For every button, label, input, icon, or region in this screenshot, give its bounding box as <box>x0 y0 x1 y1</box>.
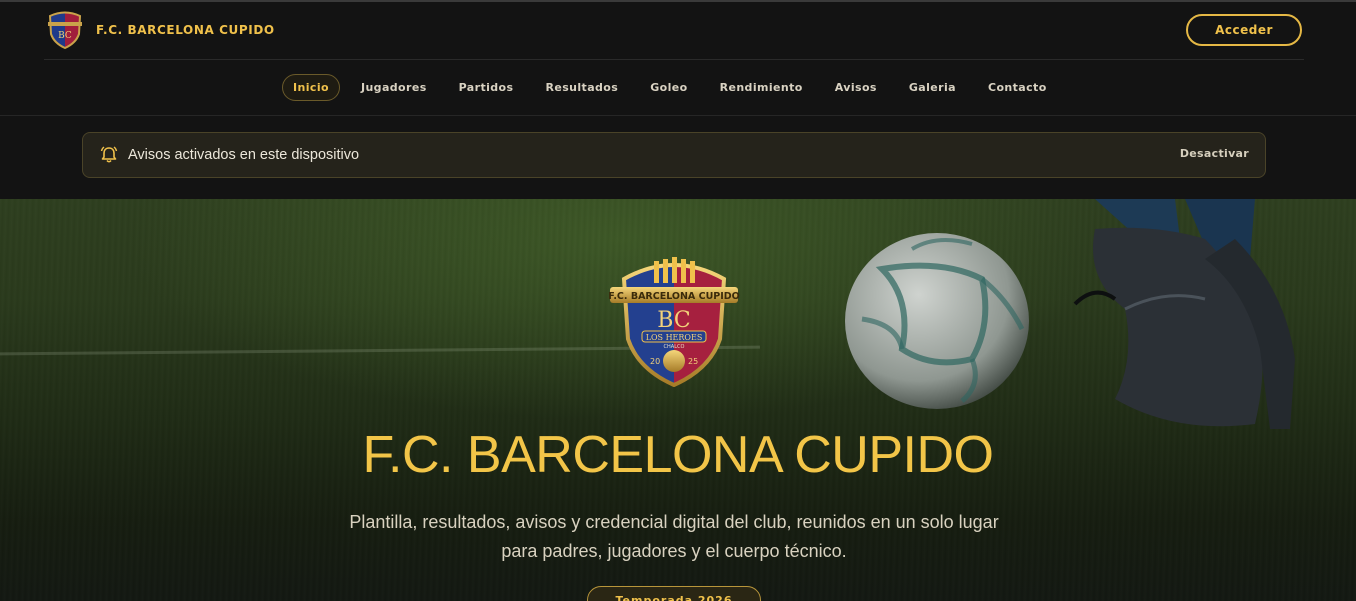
header: BC F.C. BARCELONA CUPIDO Acceder <box>44 2 1304 60</box>
crest-ribbon: LOS HEROES <box>646 333 703 342</box>
club-crest-logo: BC <box>48 11 82 50</box>
hero-section: F.C. BARCELONA CUPIDO BC LOS HEROES CHAL… <box>0 199 1356 601</box>
main-nav: Inicio Jugadores Partidos Resultados Gol… <box>0 60 1356 116</box>
deactivate-notifications-button[interactable]: Desactivar <box>1180 147 1249 160</box>
crest-year-left: 20 <box>650 357 660 366</box>
bell-icon <box>100 146 118 163</box>
hero-subtitle: Plantilla, resultados, avisos y credenci… <box>349 512 999 561</box>
club-crest-emblem: F.C. BARCELONA CUPIDO BC LOS HEROES CHAL… <box>608 257 740 387</box>
crest-place: CHALCO <box>664 344 685 350</box>
player-cleat-image <box>1073 199 1295 429</box>
nav-item-jugadores[interactable]: Jugadores <box>350 74 438 101</box>
hero-title: F.C. BARCELONA CUPIDO <box>362 426 994 484</box>
crest-top-text: F.C. BARCELONA CUPIDO <box>608 291 740 302</box>
nav-item-rendimiento[interactable]: Rendimiento <box>709 74 814 101</box>
nav-item-contacto[interactable]: Contacto <box>977 74 1058 101</box>
top-bar: BC F.C. BARCELONA CUPIDO Acceder Inicio … <box>0 0 1356 199</box>
brand-name: F.C. BARCELONA CUPIDO <box>96 23 275 37</box>
svg-text:BC: BC <box>58 31 72 41</box>
notification-banner: Avisos activados en este dispositivo Des… <box>82 132 1266 178</box>
season-badge: Temporada 2026 <box>587 586 761 601</box>
nav-item-partidos[interactable]: Partidos <box>448 74 525 101</box>
nav-item-galeria[interactable]: Galeria <box>898 74 967 101</box>
login-button[interactable]: Acceder <box>1186 14 1302 46</box>
notification-text: Avisos activados en este dispositivo <box>128 147 360 163</box>
soccer-ball-image <box>845 233 1029 409</box>
nav-item-avisos[interactable]: Avisos <box>824 74 888 101</box>
nav-item-inicio[interactable]: Inicio <box>282 74 340 101</box>
nav-item-resultados[interactable]: Resultados <box>534 74 629 101</box>
nav-item-goleo[interactable]: Goleo <box>639 74 698 101</box>
crest-year-right: 25 <box>688 357 698 366</box>
crest-initials: BC <box>657 308 690 333</box>
brand[interactable]: BC F.C. BARCELONA CUPIDO <box>46 10 275 50</box>
